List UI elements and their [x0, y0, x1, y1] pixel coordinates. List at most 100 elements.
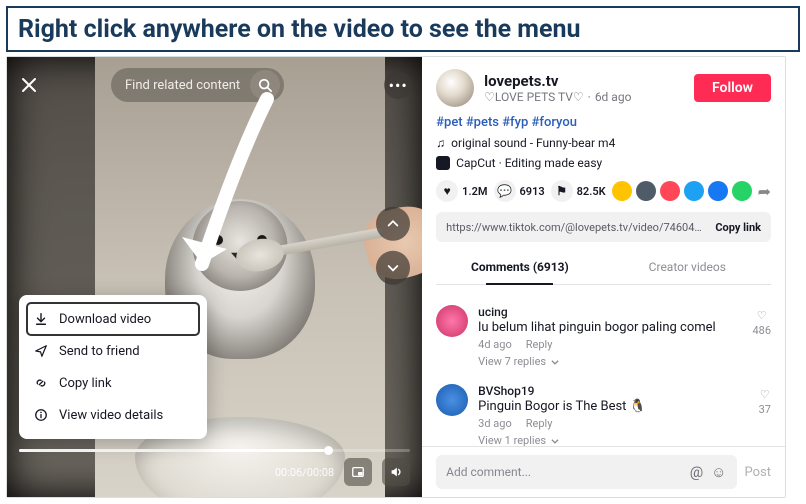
comment-meta: 4d ago Reply	[478, 338, 742, 351]
bookmark-icon: ⚑	[551, 180, 573, 202]
app-frame: Find related content •••	[6, 56, 786, 498]
comment-like-count: 37	[759, 403, 771, 416]
profile-names[interactable]: lovepets.tv ♡LOVE PETS TV♡ · 6d ago	[484, 72, 684, 104]
prev-video-button[interactable]	[376, 207, 410, 241]
view-replies[interactable]: View 1 replies	[478, 434, 748, 446]
save-count: 82.5K	[577, 185, 606, 198]
chevron-down-icon	[550, 357, 560, 367]
profile-subline: ♡LOVE PETS TV♡ · 6d ago	[484, 90, 684, 104]
comment-stat[interactable]: 💬 6913	[494, 180, 545, 202]
comment-reply-button[interactable]: Reply	[526, 338, 553, 351]
search-pill[interactable]: Find related content	[111, 68, 284, 102]
share-whatsapp-icon[interactable]	[732, 181, 752, 201]
volume-icon	[389, 465, 403, 479]
progress-thumb[interactable]	[324, 446, 333, 455]
chevron-down-icon	[550, 436, 560, 446]
dot-sep: ·	[588, 90, 591, 104]
capcut-row[interactable]: CapCut · Editing made easy	[436, 156, 771, 170]
share-facebook-icon[interactable]	[708, 181, 728, 201]
hashtags[interactable]: #pet #pets #fyp #foryou	[436, 115, 771, 130]
link-icon	[33, 375, 49, 391]
sound-name: original sound - Funny-bear m4	[451, 136, 615, 150]
ctx-label: View video details	[59, 408, 163, 423]
video-nav-arrows	[376, 207, 410, 285]
info-icon	[33, 407, 49, 423]
avatar[interactable]	[436, 69, 474, 107]
miniplayer-button[interactable]	[344, 458, 372, 486]
comment-avatar[interactable]	[436, 384, 468, 416]
share-twitter-icon[interactable]	[684, 181, 704, 201]
volume-button[interactable]	[382, 458, 410, 486]
context-menu: Download video Send to friend Copy link …	[19, 295, 207, 439]
comment-author[interactable]: ucing	[478, 305, 742, 319]
link-row: https://www.tiktok.com/@lovepets.tv/vide…	[436, 212, 771, 242]
miniplayer-icon	[351, 465, 365, 479]
comment-author[interactable]: BVShop19	[478, 384, 748, 398]
sound-row[interactable]: ♫ original sound - Funny-bear m4	[436, 136, 771, 150]
dots-icon: •••	[389, 76, 408, 95]
view-replies[interactable]: View 7 replies	[478, 355, 742, 368]
save-stat[interactable]: ⚑ 82.5K	[551, 180, 606, 202]
share-repost-icon[interactable]	[612, 181, 632, 201]
capcut-icon	[436, 156, 450, 170]
profile-row: lovepets.tv ♡LOVE PETS TV♡ · 6d ago Foll…	[436, 69, 771, 107]
comment-age: 3d ago	[478, 417, 512, 430]
ctx-download-video[interactable]: Download video	[27, 303, 199, 335]
video-player-pane[interactable]: Find related content •••	[7, 57, 422, 497]
share-more-icon[interactable]: ➦	[758, 182, 771, 201]
username: lovepets.tv	[484, 72, 684, 90]
instruction-text: Right click anywhere on the video to see…	[18, 15, 580, 44]
close-button[interactable]	[17, 73, 41, 97]
tab-creator-videos[interactable]: Creator videos	[604, 250, 771, 284]
add-comment-row: Add comment... @ ☺ Post	[422, 446, 785, 497]
comment-like[interactable]: ♡ 486	[752, 305, 771, 368]
comments-list[interactable]: ucing lu belum lihat pinguin bogor palin…	[422, 293, 785, 446]
engagement-row: ♥1.2M 💬 6913 ⚑ 82.5K ➦	[436, 180, 771, 202]
emoji-icon[interactable]: ☺	[711, 463, 726, 481]
comment-avatar[interactable]	[436, 305, 468, 337]
instruction-banner: Right click anywhere on the video to see…	[6, 6, 800, 52]
music-note-icon: ♫	[436, 136, 445, 150]
tabs: Comments (6913) Creator videos	[436, 250, 771, 285]
add-comment-input[interactable]: Add comment... @ ☺	[436, 455, 736, 489]
follow-button[interactable]: Follow	[694, 74, 771, 102]
progress-bar[interactable]	[19, 449, 410, 452]
ctx-label: Send to friend	[59, 344, 140, 359]
comment-item: BVShop19 Pinguin Bogor is The Best 🐧 3d …	[436, 376, 771, 446]
video-controls: 00:06/00:08	[7, 449, 422, 489]
comment-age: 4d ago	[478, 338, 512, 351]
comment-count: 6913	[520, 185, 545, 198]
ctx-copy-link[interactable]: Copy link	[27, 367, 199, 399]
send-icon	[33, 343, 49, 359]
heart-outline-icon: ♡	[760, 388, 770, 401]
ctx-label: Download video	[59, 312, 151, 327]
copy-link-button[interactable]: Copy link	[715, 221, 761, 234]
next-video-button[interactable]	[376, 251, 410, 285]
ctx-view-details[interactable]: View video details	[27, 399, 199, 431]
comment-like[interactable]: ♡ 37	[759, 384, 771, 446]
comment-text: Pinguin Bogor is The Best 🐧	[478, 399, 748, 414]
comment-body: BVShop19 Pinguin Bogor is The Best 🐧 3d …	[478, 384, 748, 446]
video-topbar: Find related content •••	[17, 67, 412, 103]
comment-meta: 3d ago Reply	[478, 417, 748, 430]
comment-like-count: 486	[752, 324, 771, 337]
ctx-send-to-friend[interactable]: Send to friend	[27, 335, 199, 367]
comment-icon: 💬	[494, 180, 516, 202]
comment-reply-button[interactable]: Reply	[526, 417, 553, 430]
chevron-up-icon	[386, 217, 400, 231]
info-pane: lovepets.tv ♡LOVE PETS TV♡ · 6d ago Foll…	[422, 57, 785, 497]
like-stat[interactable]: ♥1.2M	[436, 180, 487, 202]
tab-comments[interactable]: Comments (6913)	[436, 250, 603, 284]
post-button[interactable]: Post	[745, 465, 772, 480]
like-count: 1.2M	[462, 185, 487, 198]
mention-icon[interactable]: @	[690, 463, 703, 481]
share-embed-icon[interactable]	[636, 181, 656, 201]
video-url[interactable]: https://www.tiktok.com/@lovepets.tv/vide…	[446, 221, 707, 234]
share-send-icon[interactable]	[660, 181, 680, 201]
search-button[interactable]	[250, 70, 280, 100]
post-age: 6d ago	[595, 90, 632, 104]
more-options-button[interactable]: •••	[384, 71, 412, 99]
info-header: lovepets.tv ♡LOVE PETS TV♡ · 6d ago Foll…	[422, 57, 785, 293]
comment-body: ucing lu belum lihat pinguin bogor palin…	[478, 305, 742, 368]
heart-outline-icon: ♡	[757, 309, 767, 322]
